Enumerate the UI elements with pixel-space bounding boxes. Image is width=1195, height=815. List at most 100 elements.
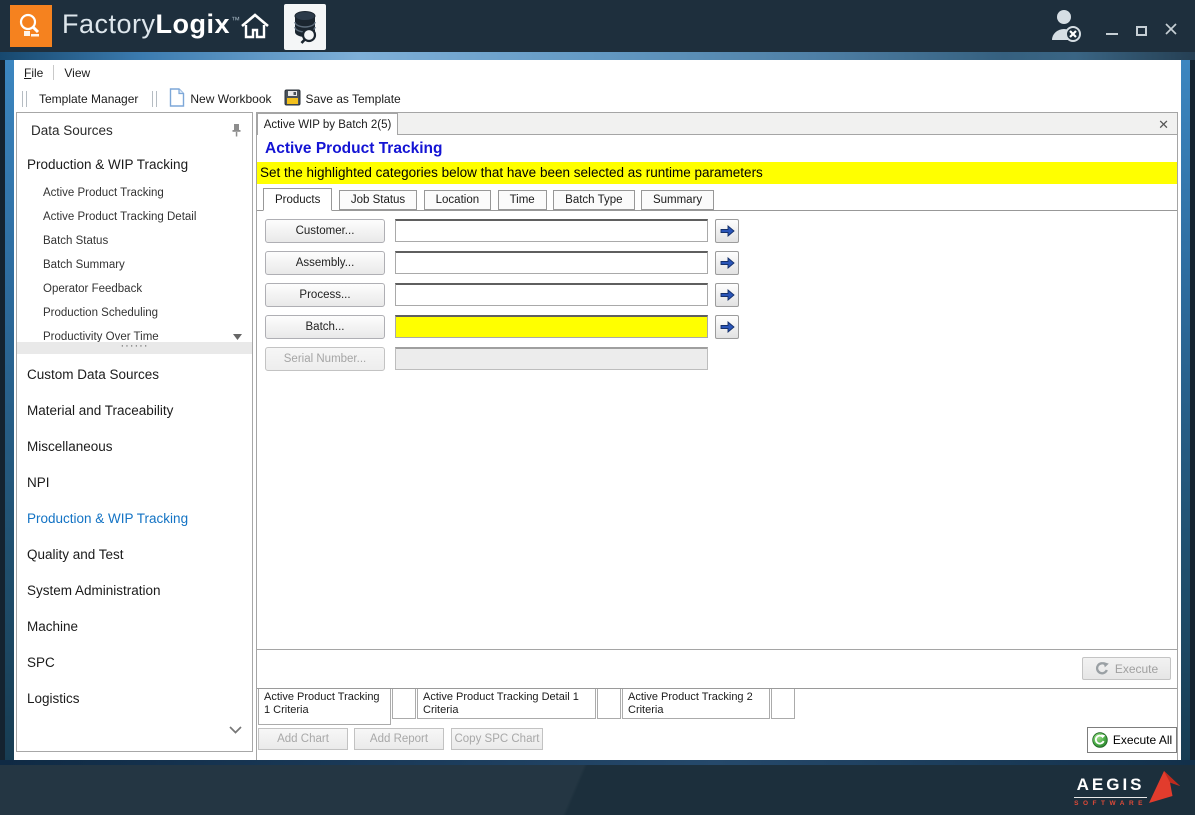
new-workbook-icon (169, 87, 185, 110)
tab-job-status[interactable]: Job Status (338, 190, 418, 210)
criteria-tab-active-product-tracking-2[interactable]: Active Product Tracking 2 Criteria (622, 689, 770, 719)
criteria-tab-active-product-tracking-detail-1[interactable]: Active Product Tracking Detail 1 Criteri… (417, 689, 596, 719)
toolbar: Template Manager New Workbook Save as Te… (14, 85, 1181, 112)
batch-button[interactable]: Batch... (265, 315, 385, 339)
execute-all-label: Execute All (1112, 733, 1173, 747)
sidebar-item-active-product-tracking-detail[interactable]: Active Product Tracking Detail (43, 211, 196, 223)
home-icon[interactable] (238, 10, 272, 42)
brand-bold: Logix (155, 9, 231, 39)
execute-all-button[interactable]: Execute All (1087, 727, 1177, 753)
pin-icon[interactable] (231, 123, 242, 142)
sidebar-item-batch-summary[interactable]: Batch Summary (43, 259, 125, 271)
tab-location[interactable]: Location (423, 190, 492, 210)
document-area: Active WIP by Batch 2(5) ✕ Active Produc… (256, 112, 1178, 762)
serial-number-field (395, 347, 708, 370)
runtime-parameters-banner: Set the highlighted categories below tha… (257, 162, 1177, 184)
menu-view[interactable]: View (54, 62, 100, 84)
sidebar-section-spc[interactable]: SPC (27, 655, 55, 670)
user-logout-icon[interactable] (1047, 8, 1085, 44)
footer: AEGIS SOFTWARE (0, 760, 1195, 815)
save-as-template-label: Save as Template (305, 91, 401, 106)
maximize-icon[interactable] (1136, 26, 1147, 36)
criteria-tab-spacer[interactable] (392, 689, 416, 719)
sidebar-section-material-traceability[interactable]: Material and Traceability (27, 403, 173, 418)
sidebar-item-operator-feedback[interactable]: Operator Feedback (43, 283, 142, 295)
template-manager-label: Template Manager (39, 91, 139, 106)
brand-light: Factory (62, 9, 156, 39)
tab-close-icon[interactable]: ✕ (1158, 114, 1169, 135)
toolbar-grip (152, 90, 158, 107)
sidebar-section-production-wip-tracking[interactable]: Production & WIP Tracking (27, 511, 188, 526)
sidebar-section-system-administration[interactable]: System Administration (27, 583, 161, 598)
close-icon[interactable] (1165, 22, 1177, 40)
execute-button: Execute (1082, 657, 1171, 680)
window-frame-right (1181, 60, 1195, 765)
refresh-icon (1095, 661, 1109, 674)
sidebar-section-machine[interactable]: Machine (27, 619, 78, 634)
menu-file[interactable]: File (14, 62, 53, 84)
serial-number-button: Serial Number... (265, 347, 385, 371)
criteria-tab-spacer[interactable] (771, 689, 795, 719)
save-as-template-button[interactable]: Save as Template (278, 86, 407, 112)
sidebar-section-quality-and-test[interactable]: Quality and Test (27, 547, 124, 562)
process-apply-arrow-button[interactable] (715, 283, 739, 307)
chevron-down-icon[interactable] (229, 721, 242, 739)
process-field[interactable] (395, 283, 708, 306)
new-workbook-button[interactable]: New Workbook (163, 85, 277, 113)
sidebar-section-logistics[interactable]: Logistics (27, 691, 80, 706)
tab-summary[interactable]: Summary (640, 190, 715, 210)
save-template-icon (284, 89, 301, 109)
sidebar-group-production-wip[interactable]: Production & WIP Tracking (27, 157, 188, 172)
sidebar-section-miscellaneous[interactable]: Miscellaneous (27, 439, 113, 454)
serial-number-row: Serial Number... (257, 347, 1177, 371)
window-accent-band (0, 52, 1195, 60)
aegis-logo: AEGIS SOFTWARE (1074, 775, 1147, 807)
sidebar-section-npi[interactable]: NPI (27, 475, 50, 490)
aegis-flag-icon (1143, 765, 1183, 812)
customer-apply-arrow-button[interactable] (715, 219, 739, 243)
tab-batch-type[interactable]: Batch Type (553, 190, 635, 210)
sidebar-item-batch-status[interactable]: Batch Status (43, 235, 108, 247)
page-title: Active Product Tracking (265, 140, 443, 157)
data-analysis-tool-icon[interactable] (284, 4, 326, 50)
toolbar-grip (22, 90, 27, 107)
assembly-row: Assembly... (257, 251, 1177, 275)
app-title: FactoryLogix™ (62, 9, 241, 40)
batch-field[interactable] (395, 315, 708, 338)
footer-gradient-band (0, 760, 1195, 765)
criteria-tab-spacer[interactable] (597, 689, 621, 719)
template-manager-button[interactable]: Template Manager (33, 89, 144, 109)
titlebar: FactoryLogix™ (0, 0, 1195, 52)
copy-spc-chart-button: Copy SPC Chart (451, 728, 543, 750)
data-sources-title: Data Sources (31, 123, 113, 138)
tab-active-wip-by-batch[interactable]: Active WIP by Batch 2(5) (257, 113, 398, 136)
execute-separator (257, 649, 1177, 650)
assembly-apply-arrow-button[interactable] (715, 251, 739, 275)
aegis-software-label: SOFTWARE (1074, 800, 1147, 807)
assembly-button[interactable]: Assembly... (265, 251, 385, 275)
content-area: File View Template Manager New Workbook (14, 60, 1181, 765)
add-report-button: Add Report (354, 728, 444, 750)
tab-time[interactable]: Time (497, 190, 547, 210)
sidebar-section-custom-data-sources[interactable]: Custom Data Sources (27, 367, 159, 382)
criteria-tab-active-product-tracking-1[interactable]: Active Product Tracking 1 Criteria (258, 689, 391, 725)
panel-splitter[interactable]: ······ (17, 341, 252, 354)
process-row: Process... (257, 283, 1177, 307)
customer-field[interactable] (395, 219, 708, 242)
sidebar-item-active-product-tracking[interactable]: Active Product Tracking (43, 187, 164, 199)
criteria-category-tabs: Products Job Status Location Time Batch … (257, 188, 1177, 211)
batch-row: Batch... (257, 315, 1177, 339)
window-frame-left (0, 60, 14, 765)
tab-products[interactable]: Products (263, 188, 333, 211)
sidebar-item-production-scheduling[interactable]: Production Scheduling (43, 307, 158, 319)
assembly-field[interactable] (395, 251, 708, 274)
refresh-green-icon (1092, 732, 1108, 748)
menu-bar: File View (14, 60, 1181, 85)
customer-button[interactable]: Customer... (265, 219, 385, 243)
process-button[interactable]: Process... (265, 283, 385, 307)
minimize-icon[interactable] (1106, 33, 1118, 35)
window-controls (1106, 22, 1177, 40)
criteria-tab-strip: Active Product Tracking 1 Criteria Activ… (257, 688, 1177, 730)
batch-apply-arrow-button[interactable] (715, 315, 739, 339)
execute-label: Execute (1114, 661, 1159, 676)
